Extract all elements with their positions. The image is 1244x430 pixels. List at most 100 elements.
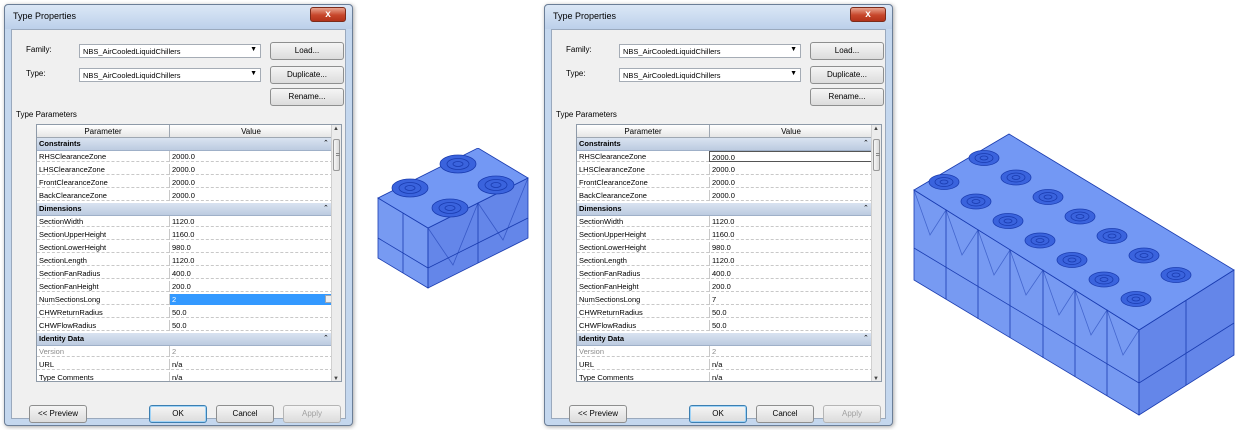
property-value[interactable]: 1160.0 (169, 229, 333, 240)
vertical-scrollbar[interactable]: ▲ ▼ (871, 125, 881, 381)
scroll-up-arrow-icon[interactable]: ▲ (873, 126, 879, 132)
property-row[interactable]: Version 2 (37, 346, 333, 357)
property-row[interactable]: RHSClearanceZone 2000.0 (577, 151, 873, 162)
property-row[interactable]: NumSectionsLong 2 (37, 294, 333, 305)
property-value[interactable]: 980.0 (709, 242, 873, 253)
column-header-parameter[interactable]: Parameter (37, 127, 169, 136)
load-button[interactable]: Load... (810, 42, 884, 60)
property-row[interactable]: SectionWidth 1120.0 (577, 216, 873, 227)
property-row[interactable]: SectionWidth 1120.0 (37, 216, 333, 227)
property-value[interactable]: 50.0 (169, 320, 333, 331)
type-parameters-grid[interactable]: Parameter Value Constraints ⌃ RHSClearan… (576, 124, 882, 382)
load-button[interactable]: Load... (270, 42, 344, 60)
property-value[interactable]: 1120.0 (169, 255, 333, 266)
group-header[interactable]: Constraints ⌃ (37, 138, 333, 151)
column-header-value[interactable]: Value (169, 127, 333, 136)
property-row[interactable]: Type Comments n/a (577, 372, 873, 381)
property-row[interactable]: FrontClearanceZone 2000.0 (577, 177, 873, 188)
scroll-down-arrow-icon[interactable]: ▼ (333, 376, 339, 381)
property-value[interactable]: 7 (709, 294, 873, 305)
ok-button[interactable]: OK (149, 405, 207, 423)
property-value[interactable]: 2000.0 (709, 151, 873, 162)
property-value[interactable]: n/a (169, 372, 333, 381)
property-row[interactable]: SectionLowerHeight 980.0 (577, 242, 873, 253)
property-row[interactable]: URL n/a (37, 359, 333, 370)
group-header[interactable]: Dimensions ⌃ (37, 203, 333, 216)
property-row[interactable]: SectionUpperHeight 1160.0 (37, 229, 333, 240)
property-value[interactable]: 1120.0 (709, 255, 873, 266)
property-row[interactable]: FrontClearanceZone 2000.0 (37, 177, 333, 188)
property-row[interactable]: Version 2 (577, 346, 873, 357)
group-header[interactable]: Identity Data ⌃ (577, 333, 873, 346)
property-value[interactable]: 2000.0 (169, 151, 333, 162)
property-row[interactable]: LHSClearanceZone 2000.0 (37, 164, 333, 175)
property-row[interactable]: CHWFlowRadius 50.0 (37, 320, 333, 331)
property-row[interactable]: URL n/a (577, 359, 873, 370)
property-value[interactable]: 50.0 (709, 307, 873, 318)
property-value[interactable]: 2000.0 (709, 177, 873, 188)
group-header[interactable]: Constraints ⌃ (577, 138, 873, 151)
property-row[interactable]: SectionUpperHeight 1160.0 (577, 229, 873, 240)
family-dropdown[interactable]: NBS_AirCooledLiquidChillers ▼ (619, 44, 801, 58)
property-value[interactable]: 2000.0 (169, 190, 333, 201)
property-row[interactable]: SectionFanRadius 400.0 (577, 268, 873, 279)
property-value[interactable]: 1120.0 (169, 216, 333, 227)
scrollbar-thumb[interactable] (873, 139, 880, 171)
double-chevron-up-icon[interactable]: ⌃ (863, 334, 869, 342)
property-value[interactable]: 2000.0 (709, 190, 873, 201)
double-chevron-up-icon[interactable]: ⌃ (323, 139, 329, 147)
property-value[interactable]: 980.0 (169, 242, 333, 253)
duplicate-button[interactable]: Duplicate... (810, 66, 884, 84)
property-row[interactable]: CHWReturnRadius 50.0 (37, 307, 333, 318)
scroll-down-arrow-icon[interactable]: ▼ (873, 376, 879, 381)
double-chevron-up-icon[interactable]: ⌃ (863, 204, 869, 212)
property-row[interactable]: SectionLength 1120.0 (577, 255, 873, 266)
property-row[interactable]: NumSectionsLong 7 (577, 294, 873, 305)
double-chevron-up-icon[interactable]: ⌃ (323, 204, 329, 212)
property-row[interactable]: CHWReturnRadius 50.0 (577, 307, 873, 318)
double-chevron-up-icon[interactable]: ⌃ (323, 334, 329, 342)
property-value[interactable]: 50.0 (709, 320, 873, 331)
property-value[interactable]: n/a (709, 372, 873, 381)
property-value[interactable]: 400.0 (709, 268, 873, 279)
title-bar[interactable]: Type Properties x (5, 5, 352, 29)
rename-button[interactable]: Rename... (810, 88, 884, 106)
property-value[interactable]: 400.0 (169, 268, 333, 279)
property-row[interactable]: RHSClearanceZone 2000.0 (37, 151, 333, 162)
double-chevron-up-icon[interactable]: ⌃ (863, 139, 869, 147)
property-row[interactable]: SectionFanRadius 400.0 (37, 268, 333, 279)
property-row[interactable]: SectionLowerHeight 980.0 (37, 242, 333, 253)
title-bar[interactable]: Type Properties x (545, 5, 892, 29)
cancel-button[interactable]: Cancel (216, 405, 274, 423)
property-value[interactable]: 200.0 (169, 281, 333, 292)
property-row[interactable]: Type Comments n/a (37, 372, 333, 381)
property-value[interactable]: n/a (169, 359, 333, 370)
type-dropdown[interactable]: NBS_AirCooledLiquidChillers ▼ (79, 68, 261, 82)
property-row[interactable]: SectionLength 1120.0 (37, 255, 333, 266)
close-button[interactable]: x (310, 7, 346, 22)
property-row[interactable]: BackClearanceZone 2000.0 (37, 190, 333, 201)
property-value[interactable]: 50.0 (169, 307, 333, 318)
cancel-button[interactable]: Cancel (756, 405, 814, 423)
property-value[interactable]: 2000.0 (709, 164, 873, 175)
column-header-parameter[interactable]: Parameter (577, 127, 709, 136)
vertical-scrollbar[interactable]: ▲ ▼ (331, 125, 341, 381)
family-dropdown[interactable]: NBS_AirCooledLiquidChillers ▼ (79, 44, 261, 58)
type-parameters-grid[interactable]: Parameter Value Constraints ⌃ RHSClearan… (36, 124, 342, 382)
property-value[interactable]: 1160.0 (709, 229, 873, 240)
scrollbar-thumb[interactable] (333, 139, 340, 171)
property-row[interactable]: CHWFlowRadius 50.0 (577, 320, 873, 331)
property-value[interactable]: 2 (169, 294, 333, 305)
property-value[interactable]: 1120.0 (709, 216, 873, 227)
property-value[interactable]: 2000.0 (169, 164, 333, 175)
preview-button[interactable]: << Preview (569, 405, 627, 423)
property-row[interactable]: BackClearanceZone 2000.0 (577, 190, 873, 201)
property-row[interactable]: SectionFanHeight 200.0 (37, 281, 333, 292)
property-value[interactable]: 2 (169, 346, 333, 357)
preview-button[interactable]: << Preview (29, 405, 87, 423)
rename-button[interactable]: Rename... (270, 88, 344, 106)
apply-button[interactable]: Apply (823, 405, 881, 423)
type-dropdown[interactable]: NBS_AirCooledLiquidChillers ▼ (619, 68, 801, 82)
property-row[interactable]: LHSClearanceZone 2000.0 (577, 164, 873, 175)
apply-button[interactable]: Apply (283, 405, 341, 423)
